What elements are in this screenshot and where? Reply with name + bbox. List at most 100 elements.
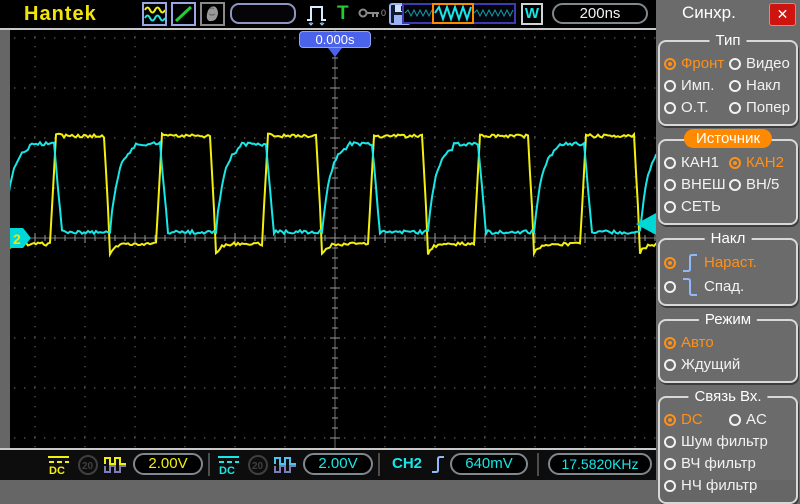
option-label: Спад.: [704, 278, 745, 295]
option-AC[interactable]: AC: [729, 410, 794, 430]
option-row: СЕТЬ: [664, 197, 794, 217]
option-row: КАН1 КАН2: [664, 153, 794, 173]
radio-selected-icon: [729, 157, 741, 169]
radio-icon: [664, 179, 676, 191]
ch2-bandwidth-icon: 20: [247, 454, 269, 481]
trigger-source-label: CH2: [392, 455, 423, 472]
option-label: Попер: [746, 99, 790, 116]
ch2-invert-icon[interactable]: [274, 456, 298, 479]
ch1-invert-icon[interactable]: [104, 456, 128, 479]
hand-icon[interactable]: [200, 2, 225, 26]
option-КАН1[interactable]: КАН1: [664, 153, 729, 173]
section-title: Накл: [704, 230, 752, 247]
option-СЕТЬ[interactable]: СЕТЬ: [664, 197, 721, 217]
falling-edge-icon: [681, 276, 699, 298]
channel-waves-icon[interactable]: [142, 2, 167, 26]
brand-logo: Hantek: [24, 3, 97, 25]
option-row: DC AC: [664, 410, 794, 430]
trigger-position-pointer-icon: [328, 48, 342, 57]
radio-icon: [664, 436, 676, 448]
radio-icon: [664, 80, 676, 92]
ch1-scale-readout[interactable]: 2.00V: [133, 453, 203, 475]
option-row: ВНЕШ ВН/5: [664, 175, 794, 195]
section-title: Источник: [683, 129, 773, 148]
radio-icon: [729, 102, 741, 114]
option-label: Видео: [746, 55, 790, 72]
radio-selected-icon: [664, 337, 676, 349]
option-Накл[interactable]: Накл: [729, 76, 794, 96]
option-row: НЧ фильтр: [664, 476, 794, 496]
option-label: НЧ фильтр: [681, 477, 758, 494]
waveform-display: 2 0.000s: [5, 30, 661, 448]
cursor-line-icon[interactable]: [171, 2, 196, 26]
option-Спад.[interactable]: Спад.: [664, 276, 744, 298]
trigger-position-marker[interactable]: 0.000s: [299, 31, 371, 48]
radio-icon: [664, 102, 676, 114]
option-label: КАН2: [746, 154, 784, 171]
option-Попер[interactable]: Попер: [729, 98, 794, 118]
option-Авто[interactable]: Авто: [664, 333, 714, 353]
ch1-trace: [5, 131, 661, 258]
option-ВНЕШ[interactable]: ВНЕШ: [664, 175, 729, 195]
svg-text:DC: DC: [49, 465, 65, 476]
divider: [537, 453, 539, 476]
option-label: Фронт: [681, 55, 725, 72]
radio-icon: [664, 157, 676, 169]
radio-selected-icon: [664, 257, 676, 269]
option-label: ВН/5: [746, 176, 780, 193]
trigger-level-readout[interactable]: 640mV: [450, 453, 528, 475]
option-DC[interactable]: DC: [664, 410, 729, 430]
option-НЧ фильтр[interactable]: НЧ фильтр: [664, 476, 757, 496]
option-label: Имп.: [681, 77, 715, 94]
trigger-slope-icon: [430, 454, 446, 480]
radio-icon: [664, 480, 676, 492]
radio-icon: [664, 201, 676, 213]
waveform-preview[interactable]: [402, 3, 516, 29]
svg-text:20: 20: [82, 461, 94, 472]
radio-selected-icon: [664, 414, 676, 426]
svg-text:0: 0: [381, 8, 386, 18]
section-Источник: Источник КАН1 КАН2 ВНЕШ ВН/5 СЕТЬ: [658, 129, 798, 225]
option-ВЧ фильтр[interactable]: ВЧ фильтр: [664, 454, 756, 474]
option-Нараст.[interactable]: Нараст.: [664, 252, 757, 274]
section-title: Тип: [709, 32, 747, 49]
option-Имп.[interactable]: Имп.: [664, 76, 729, 96]
rising-edge-icon: [681, 252, 699, 274]
svg-text:20: 20: [252, 461, 264, 472]
key-lock-icon: 0: [358, 6, 387, 25]
option-Видео[interactable]: Видео: [729, 54, 794, 74]
option-Ждущий[interactable]: Ждущий: [664, 355, 740, 375]
radio-icon: [664, 359, 676, 371]
trigger-menu-panel: Синхр. ✕ Тип Фронт Видео Имп. Накл О.Т. Попер И…: [656, 0, 800, 504]
option-label: Авто: [681, 334, 714, 351]
option-label: AC: [746, 411, 767, 428]
radio-icon: [664, 458, 676, 470]
option-О.Т.[interactable]: О.Т.: [664, 98, 729, 118]
option-row: Нараст.: [664, 252, 794, 274]
section-title: Режим: [698, 311, 758, 328]
timebase-readout[interactable]: 200ns: [552, 3, 648, 24]
divider: [378, 453, 380, 476]
window-zoom-icon[interactable]: W: [521, 3, 543, 25]
section-Режим: Режим Авто Ждущий: [658, 311, 798, 383]
top-toolbar: Hantek T 0 W 200ns: [0, 0, 656, 28]
ch1-coupling-icon[interactable]: DC: [46, 454, 72, 481]
radio-icon: [729, 80, 741, 92]
option-row: Спад.: [664, 276, 794, 298]
option-КАН2[interactable]: КАН2: [729, 153, 794, 173]
close-button[interactable]: ✕: [769, 3, 796, 26]
frequency-counter-readout: 17.5820KHz: [548, 453, 652, 475]
option-label: Накл: [746, 77, 781, 94]
option-Шум фильтр[interactable]: Шум фильтр: [664, 432, 768, 452]
ch2-scale-readout[interactable]: 2.00V: [303, 453, 373, 475]
option-label: КАН1: [681, 154, 719, 171]
option-label: ВЧ фильтр: [681, 455, 756, 472]
section-Связь Вх.: Связь Вх. DC AC Шум фильтр ВЧ фильтр НЧ фильт…: [658, 388, 798, 504]
radio-icon: [729, 58, 741, 70]
option-label: ВНЕШ: [681, 176, 726, 193]
svg-text:2: 2: [13, 231, 21, 247]
ch2-coupling-icon[interactable]: DC: [216, 454, 242, 481]
option-Фронт[interactable]: Фронт: [664, 54, 729, 74]
option-label: Шум фильтр: [681, 433, 768, 450]
option-ВН/5[interactable]: ВН/5: [729, 175, 794, 195]
